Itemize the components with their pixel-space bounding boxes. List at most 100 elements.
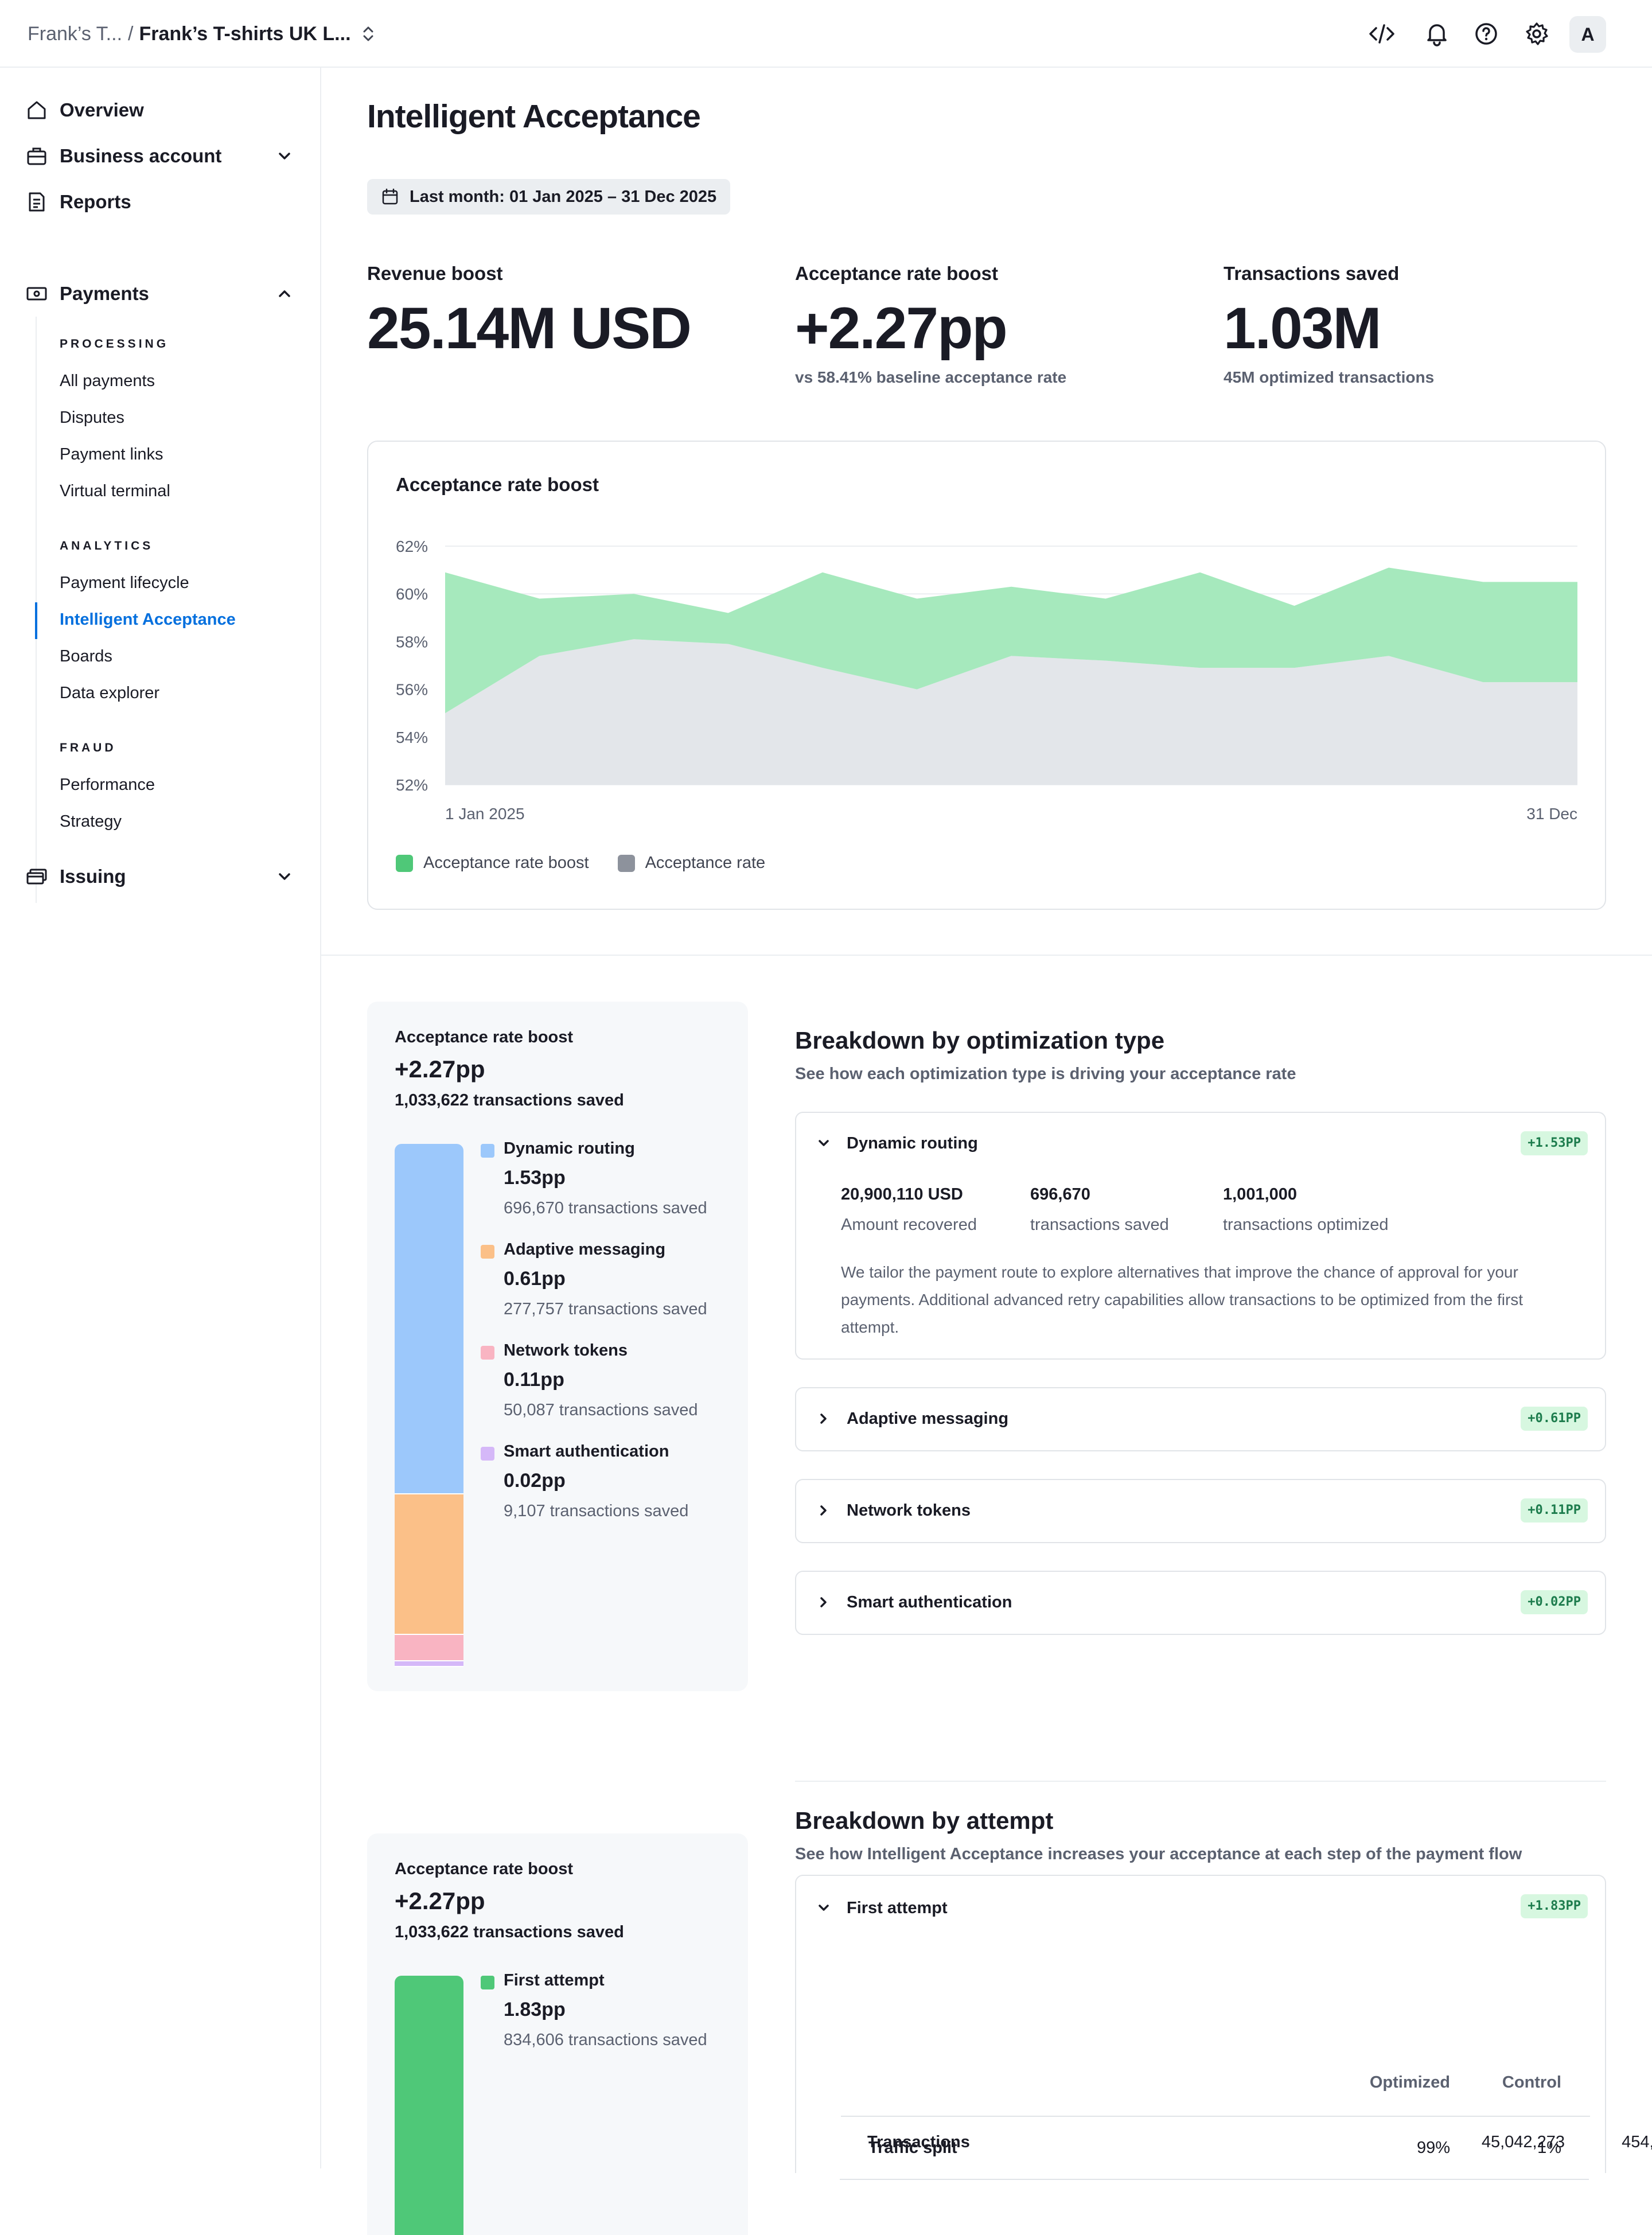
help-icon[interactable] <box>1472 20 1501 48</box>
kpi-label: Transactions saved <box>1224 263 1400 284</box>
briefcase-icon <box>27 147 46 165</box>
accordion-description: We tailor the payment route to explore a… <box>841 1263 1524 1336</box>
breadcrumb-parent[interactable]: Frank’s T... <box>28 20 122 48</box>
x-tick-label-end: 31 Dec <box>1526 805 1577 823</box>
legend-swatch <box>481 1144 494 1158</box>
accordion-title: Network tokens <box>847 1501 971 1520</box>
sidebar-item-strategy[interactable]: Strategy <box>60 810 122 833</box>
legend-saved: 834,606 transactions saved <box>504 2031 707 2049</box>
breadcrumb[interactable]: Frank’s T... / Frank’s T-shirts UK L... <box>28 20 376 48</box>
legend-pp: 0.02pp <box>504 1470 566 1492</box>
legend-saved: 696,670 transactions saved <box>504 1199 707 1217</box>
pp-badge: +1.83PP <box>1521 1894 1588 1918</box>
metric-transactions-saved: 696,670 transactions saved <box>1030 1185 1169 1235</box>
accordion-title: Adaptive messaging <box>847 1409 1009 1428</box>
legend-pp: 1.83pp <box>504 1999 566 2020</box>
accordion-header[interactable]: Smart authentication <box>816 1572 1012 1633</box>
sidebar-item-boards[interactable]: Boards <box>60 645 112 668</box>
cell-transactions-control: 454,490 <box>1622 2133 1652 2151</box>
panel-label: Acceptance rate boost <box>395 1028 574 1046</box>
sidebar-item-intelligent-acceptance[interactable]: Intelligent Acceptance <box>60 608 236 631</box>
attempt-summary-panel: Acceptance rate boost +2.27pp 1,033,622 … <box>367 1833 748 2235</box>
accordion-adaptive-messaging[interactable]: Adaptive messaging +0.61PP <box>795 1387 1606 1451</box>
chevron-down-icon[interactable] <box>274 866 295 887</box>
chart-legend: Acceptance rate boost Acceptance rate <box>396 854 794 873</box>
accordion-network-tokens[interactable]: Network tokens +0.11PP <box>795 1479 1606 1543</box>
kpi-value: 25.14M USD <box>367 295 692 361</box>
sidebar-item-payment-lifecycle[interactable]: Payment lifecycle <box>60 571 189 594</box>
legend-saved: 277,757 transactions saved <box>504 1300 707 1318</box>
chevron-down-icon[interactable] <box>274 146 295 166</box>
sidebar-item-disputes[interactable]: Disputes <box>60 406 124 429</box>
y-tick-label: 52% <box>396 776 428 794</box>
column-header-control: Control <box>1502 2073 1561 2092</box>
sidebar-item-all-payments[interactable]: All payments <box>60 369 155 392</box>
legend-swatch-boost <box>396 854 413 872</box>
legend-name: Network tokens <box>504 1341 628 1360</box>
legend-saved: 9,107 transactions saved <box>504 1502 689 1520</box>
code-icon[interactable] <box>1367 20 1396 48</box>
stack-segment-dynamic-routing <box>395 1144 463 1494</box>
nav-reports[interactable]: Reports <box>25 185 295 219</box>
sidebar-item-data-explorer[interactable]: Data explorer <box>60 682 159 704</box>
nav-business-account[interactable]: Business account <box>25 139 295 173</box>
kpi-label: Acceptance rate boost <box>795 263 998 284</box>
bell-icon[interactable] <box>1423 20 1451 48</box>
y-tick-label: 60% <box>396 585 428 603</box>
gear-icon[interactable] <box>1522 20 1551 48</box>
kpi-transactions-saved: Transactions saved 1.03M 45M optimized t… <box>1224 263 1614 387</box>
kpi-subtext: 45M optimized transactions <box>1224 368 1435 386</box>
chevron-up-icon[interactable] <box>274 283 295 304</box>
optimization-summary-panel: Acceptance rate boost +2.27pp 1,033,622 … <box>367 1002 748 1691</box>
breadcrumb-current[interactable]: Frank’s T-shirts UK L... <box>139 20 350 48</box>
accordion-smart-authentication[interactable]: Smart authentication +0.02PP <box>795 1571 1606 1635</box>
date-filter-button[interactable]: Last month: 01 Jan 2025 – 31 Dec 2025 <box>367 179 731 215</box>
accordion-header[interactable]: Adaptive messaging <box>816 1388 1008 1449</box>
metric-amount-recovered: 20,900,110 USD Amount recovered <box>841 1185 977 1235</box>
accordion-header[interactable]: Network tokens <box>816 1480 971 1541</box>
section-divider <box>321 955 1652 956</box>
sidebar-item-virtual-terminal[interactable]: Virtual terminal <box>60 480 170 503</box>
acceptance-rate-chart-card: Acceptance rate boost 62% 60% 58% 56% 54% 52%… <box>367 441 1606 910</box>
kpi-label: Revenue boost <box>367 263 503 284</box>
metric-label: transactions saved <box>1030 1216 1169 1234</box>
nav-payments[interactable]: Payments <box>25 277 295 311</box>
payments-icon <box>26 287 47 301</box>
pp-badge: +1.53PP <box>1521 1131 1588 1155</box>
section-title-attempt: Breakdown by attempt <box>795 1807 1054 1834</box>
chevron-right-icon <box>820 1505 827 1516</box>
section-subtitle-attempt: See how Intelligent Acceptance increases… <box>795 1845 1522 1863</box>
accordion-header[interactable]: First attempt <box>816 1876 948 1940</box>
kpi-revenue-boost: Revenue boost 25.14M USD <box>367 263 757 363</box>
home-icon <box>28 101 46 119</box>
legend-item-boost[interactable]: Acceptance rate boost <box>396 854 589 873</box>
legend-saved: 50,087 transactions saved <box>504 1401 698 1419</box>
legend-swatch <box>481 1447 494 1461</box>
accordion-title: First attempt <box>847 1898 948 1917</box>
chevron-up-down-icon[interactable] <box>360 24 376 44</box>
pp-badge: +0.02PP <box>1521 1590 1588 1614</box>
panel-label: Acceptance rate boost <box>395 1860 574 1878</box>
accordion-title: Dynamic routing <box>847 1134 978 1152</box>
legend-item-acceptance-rate[interactable]: Acceptance rate <box>617 854 765 873</box>
legend-name: First attempt <box>504 1971 605 1989</box>
column-header-optimized: Optimized <box>1369 2073 1450 2092</box>
section-divider <box>795 1781 1606 1782</box>
pp-badge: +0.61PP <box>1521 1407 1588 1431</box>
legend-name: Smart authentication <box>504 1442 669 1461</box>
nav-overview[interactable]: Overview <box>25 93 295 127</box>
sidebar-item-payment-links[interactable]: Payment links <box>60 443 163 466</box>
table-divider <box>841 2116 1590 2117</box>
group-header-fraud: FRAUD <box>60 741 116 754</box>
nav-issuing[interactable]: Issuing <box>25 859 295 894</box>
avatar[interactable]: A <box>1569 16 1606 53</box>
row-label-transactions: Transactions <box>867 2133 970 2151</box>
legend-pp: 0.11pp <box>504 1369 564 1391</box>
kpi-acceptance-rate-boost: Acceptance rate boost +2.27pp vs 58.41% … <box>795 263 1185 387</box>
sidebar-item-performance[interactable]: Performance <box>60 773 155 796</box>
accordion-header[interactable]: Dynamic routing <box>816 1113 978 1174</box>
legend-pp: 1.53pp <box>504 1167 566 1189</box>
chevron-right-icon <box>820 1597 827 1607</box>
legend-pp: 0.61pp <box>504 1268 566 1290</box>
sidebar: Overview Business account Reports Paymen… <box>0 68 321 2168</box>
